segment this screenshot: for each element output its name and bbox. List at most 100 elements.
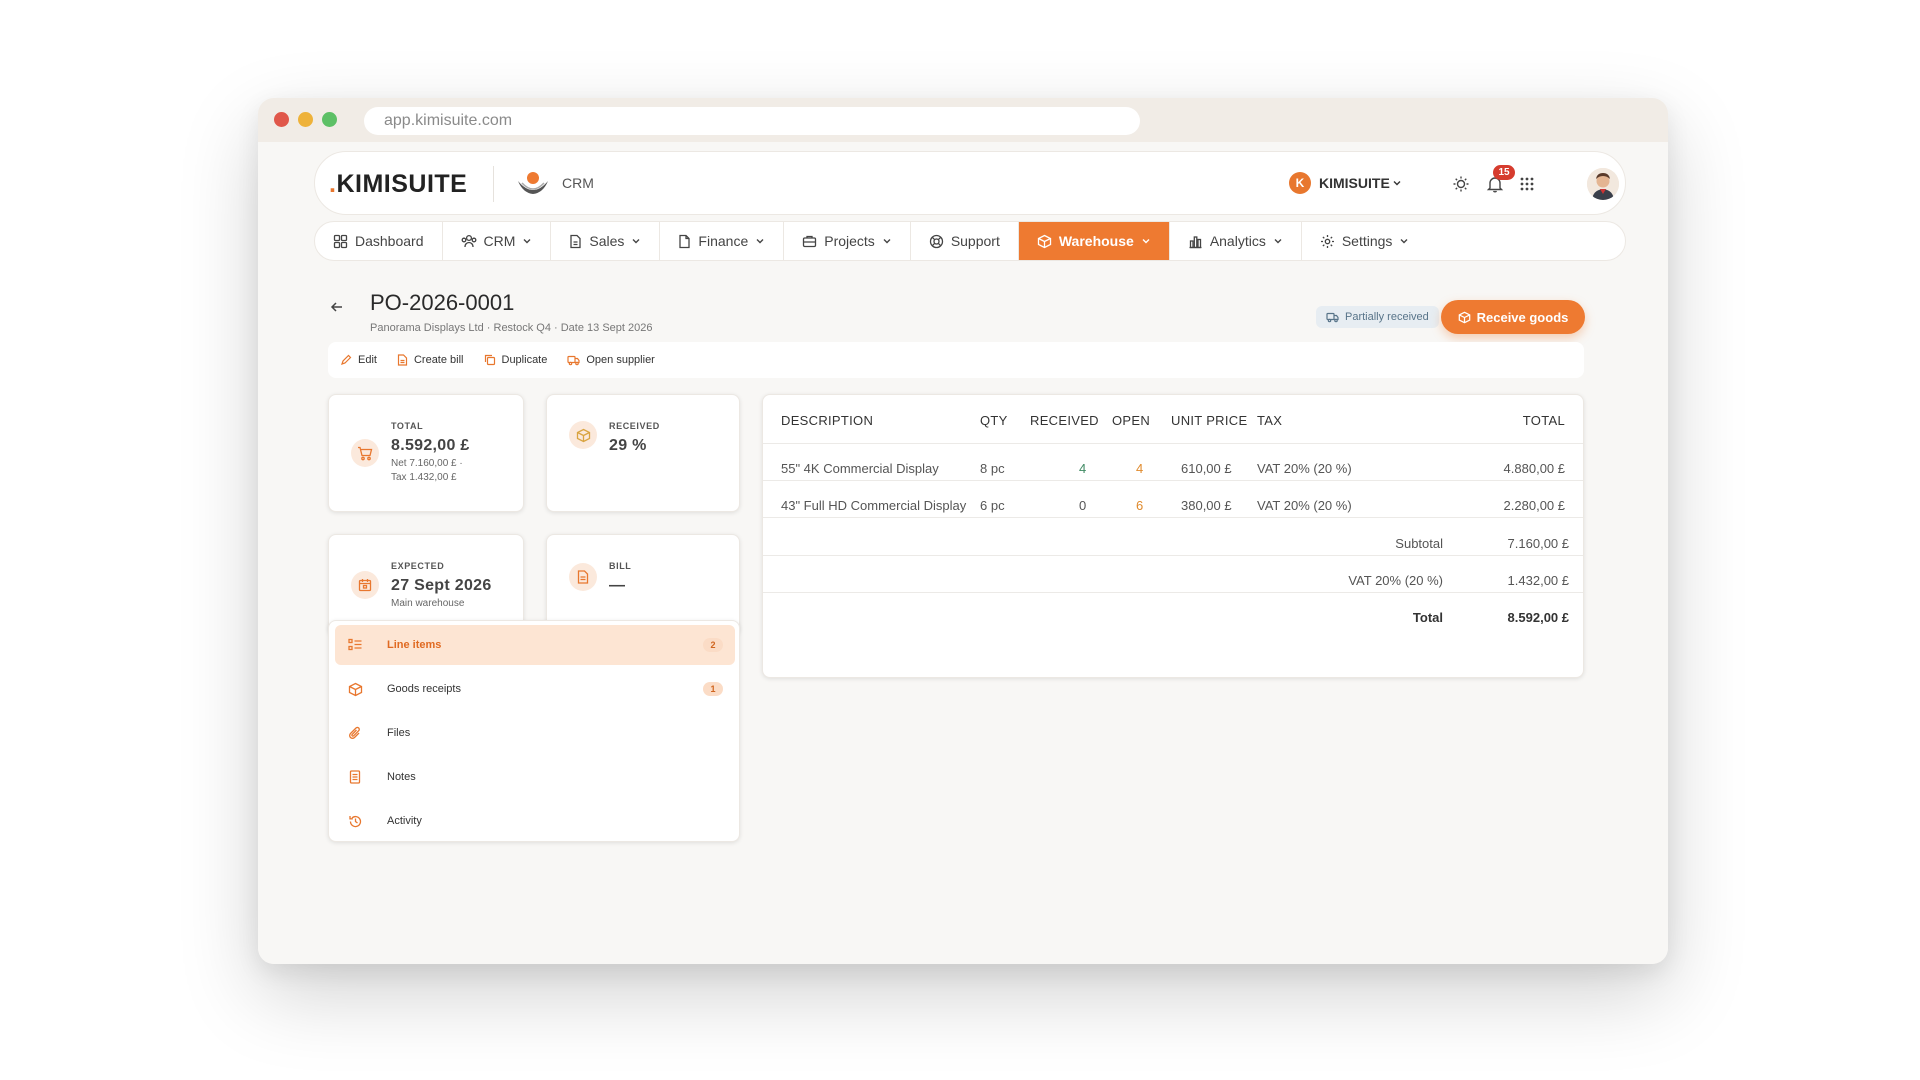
receive-goods-button[interactable]: Receive goods [1441, 300, 1585, 334]
cell-total: 4.880,00 £ [1503, 461, 1565, 476]
tax-summary-label: VAT 20% (20 %) [1348, 573, 1443, 588]
chevron-down-icon [632, 239, 640, 244]
gear-icon [1320, 234, 1334, 248]
main-nav: Dashboard CRM Sales Finance Projects Sup… [314, 221, 1626, 261]
maximize-window-button[interactable] [322, 112, 337, 127]
count-badge: 2 [703, 638, 723, 652]
nav-finance[interactable]: Finance [660, 222, 785, 260]
truck-icon [1326, 312, 1339, 322]
notification-count-badge: 15 [1493, 165, 1515, 180]
notifications-bell-icon[interactable]: 15 [1483, 165, 1515, 196]
cell-tax: VAT 20% (20 %) [1257, 461, 1352, 476]
tab-files[interactable]: Files [335, 713, 735, 753]
stat-note: Tax 1.432,00 £ [391, 472, 457, 483]
nav-settings[interactable]: Settings [1302, 222, 1428, 260]
row-divider [763, 480, 1583, 481]
column-header: UNIT PRICE [1171, 413, 1248, 428]
stat-label: BILL [609, 561, 632, 571]
total-stat-card: TOTAL 8.592,00 £ Net 7.160,00 £ · Tax 1.… [328, 394, 524, 512]
open-supplier-button[interactable]: Open supplier [567, 354, 655, 366]
row-divider [763, 592, 1583, 593]
minimize-window-button[interactable] [298, 112, 313, 127]
row-divider [763, 517, 1583, 518]
stat-label: RECEIVED [609, 421, 660, 431]
paperclip-icon [335, 726, 375, 741]
chevron-down-icon [1393, 181, 1401, 186]
nav-projects[interactable]: Projects [784, 222, 911, 260]
theme-toggle-sun-icon[interactable] [1449, 172, 1473, 196]
history-icon [335, 814, 375, 829]
browser-window: app.kimisuite.com .KIMISUITE CRM K KIMIS… [258, 98, 1668, 964]
cell-received: 4 [1079, 461, 1087, 476]
cell-qty: 8 pc [980, 461, 1005, 476]
address-bar[interactable]: app.kimisuite.com [364, 107, 1140, 135]
box-icon [569, 421, 597, 449]
document-icon [397, 354, 408, 366]
briefcase-icon [803, 235, 817, 248]
stat-value: 8.592,00 £ [391, 437, 470, 454]
apps-grid-icon[interactable] [1515, 172, 1539, 196]
subtotal-value: 7.160,00 £ [1507, 536, 1569, 551]
close-window-button[interactable] [274, 112, 289, 127]
row-divider [763, 443, 1583, 444]
cart-icon [351, 439, 379, 467]
nav-dashboard[interactable]: Dashboard [315, 222, 443, 260]
chevron-down-icon [1142, 239, 1150, 244]
cell-description: 55" 4K Commercial Display [781, 461, 939, 476]
column-header: TOTAL [1522, 413, 1565, 428]
tab-line-items[interactable]: Line items 2 [335, 625, 735, 665]
document-icon [569, 563, 597, 591]
stat-note: Net 7.160,00 £ · [391, 458, 463, 469]
action-toolbar: Edit Create bill Duplicate Open supplier [328, 342, 1584, 378]
edit-button[interactable]: Edit [340, 354, 377, 366]
received-stat-card: RECEIVED 29 % [546, 394, 740, 512]
create-bill-button[interactable]: Create bill [397, 354, 464, 366]
duplicate-button[interactable]: Duplicate [484, 354, 547, 366]
tab-activity[interactable]: Activity [335, 801, 735, 841]
tax-summary-value: 1.432,00 £ [1507, 573, 1569, 588]
cell-qty: 6 pc [980, 498, 1005, 513]
tab-goods-receipts[interactable]: Goods receipts 1 [335, 669, 735, 709]
back-arrow-icon[interactable] [330, 300, 344, 319]
chevron-down-icon [756, 239, 764, 244]
subtotal-label: Subtotal [1395, 536, 1443, 551]
copy-icon [484, 354, 495, 366]
box-icon [1458, 311, 1470, 323]
file-icon [679, 234, 691, 248]
nav-support[interactable]: Support [911, 222, 1019, 260]
cell-unit-price: 380,00 £ [1181, 498, 1232, 513]
chevron-down-icon [1400, 239, 1408, 244]
cell-unit-price: 610,00 £ [1181, 461, 1232, 476]
cell-total: 2.280,00 £ [1503, 498, 1565, 513]
total-value: 8.592,00 £ [1507, 610, 1569, 625]
cell-description: 43" Full HD Commercial Display [781, 498, 967, 513]
workspace-switcher[interactable]: K KIMISUITE [1289, 172, 1402, 194]
stat-label: EXPECTED [391, 561, 445, 571]
browser-chrome: app.kimisuite.com [258, 98, 1668, 142]
cell-received: 0 [1079, 498, 1087, 513]
tab-notes[interactable]: Notes [335, 757, 735, 797]
workspace-name: KIMISUITE [1319, 175, 1390, 191]
line-items-table: DESCRIPTION QTY RECEIVED OPEN UNIT PRICE… [762, 394, 1584, 678]
nav-crm[interactable]: CRM [443, 222, 552, 260]
user-avatar[interactable] [1587, 168, 1619, 200]
nav-analytics[interactable]: Analytics [1170, 222, 1302, 260]
app-topbar: .KIMISUITE CRM K KIMISUITE 15 [314, 151, 1626, 215]
column-header: DESCRIPTION [781, 413, 874, 428]
list-icon [335, 638, 375, 652]
app-logo[interactable]: .KIMISUITE [329, 170, 467, 199]
grid-icon [333, 234, 348, 248]
pencil-icon [341, 354, 352, 365]
module-name: CRM [562, 175, 594, 191]
nav-warehouse[interactable]: Warehouse [1018, 222, 1170, 260]
cell-open: 4 [1136, 461, 1144, 476]
row-divider [763, 555, 1583, 556]
crm-module-icon [515, 169, 551, 201]
stat-note: Main warehouse [391, 598, 465, 609]
chevron-down-icon [883, 239, 891, 244]
document-icon [570, 234, 582, 248]
nav-sales[interactable]: Sales [551, 222, 661, 260]
lifebuoy-icon [929, 234, 943, 248]
detail-tabs-list: Line items 2 Goods receipts 1 Files Note… [328, 620, 740, 842]
cell-tax: VAT 20% (20 %) [1257, 498, 1352, 513]
